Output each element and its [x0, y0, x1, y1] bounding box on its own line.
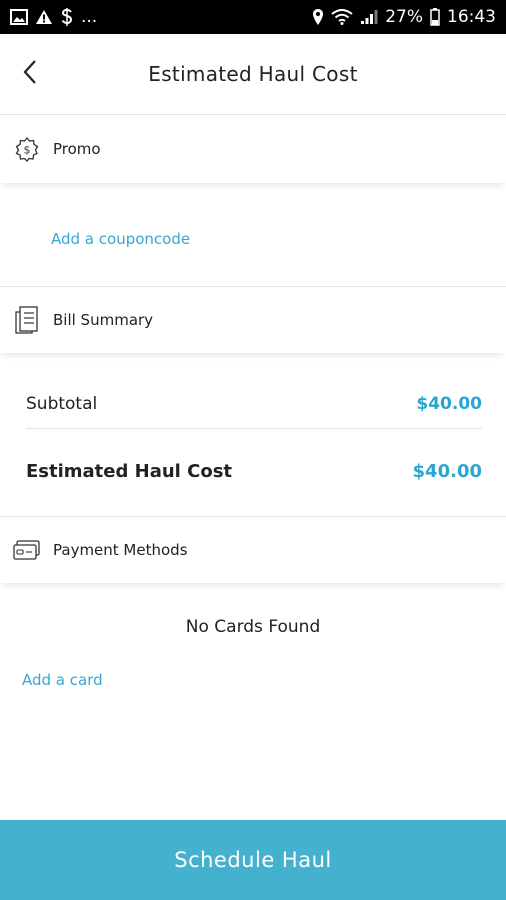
subtotal-row: Subtotal $40.00: [26, 392, 482, 416]
warning-icon: [35, 9, 53, 25]
promo-badge-icon: $: [13, 135, 41, 163]
credit-card-icon: [13, 536, 41, 564]
location-icon: [312, 8, 324, 26]
add-card-link[interactable]: Add a card: [22, 671, 103, 689]
status-bar: ... 27% 16:43: [0, 0, 506, 34]
promo-section-header: $ Promo: [0, 115, 506, 183]
payment-methods-section-header: Payment Methods: [0, 517, 506, 583]
bill-summary-section-header: Bill Summary: [0, 287, 506, 353]
image-icon: [10, 9, 28, 25]
add-coupon-link[interactable]: Add a couponcode: [51, 230, 190, 248]
app-header: Estimated Haul Cost: [0, 34, 506, 115]
wifi-icon: [331, 9, 353, 25]
svg-text:$: $: [24, 144, 31, 157]
row-divider: [26, 428, 482, 429]
subtotal-value: $40.00: [416, 394, 482, 414]
no-cards-message: No Cards Found: [185, 617, 321, 637]
estimated-cost-value: $40.00: [412, 460, 482, 482]
dollar-icon: [60, 8, 74, 26]
status-bar-notifications: ...: [10, 7, 97, 27]
receipt-icon: [13, 306, 41, 334]
battery-icon: [430, 8, 440, 26]
battery-level: 27%: [385, 7, 423, 27]
estimated-cost-row: Estimated Haul Cost $40.00: [26, 458, 482, 484]
schedule-haul-button[interactable]: Schedule Haul: [0, 820, 506, 900]
promo-label: Promo: [53, 140, 101, 158]
signal-icon: [360, 9, 378, 25]
status-bar-system: 27% 16:43: [312, 7, 496, 27]
estimated-cost-label: Estimated Haul Cost: [26, 460, 233, 482]
status-bar-overflow: ...: [81, 7, 98, 27]
page-title: Estimated Haul Cost: [148, 62, 358, 86]
bill-summary-label: Bill Summary: [53, 311, 154, 329]
clock: 16:43: [447, 7, 496, 27]
payment-methods-label: Payment Methods: [53, 541, 188, 559]
subtotal-label: Subtotal: [26, 394, 98, 414]
